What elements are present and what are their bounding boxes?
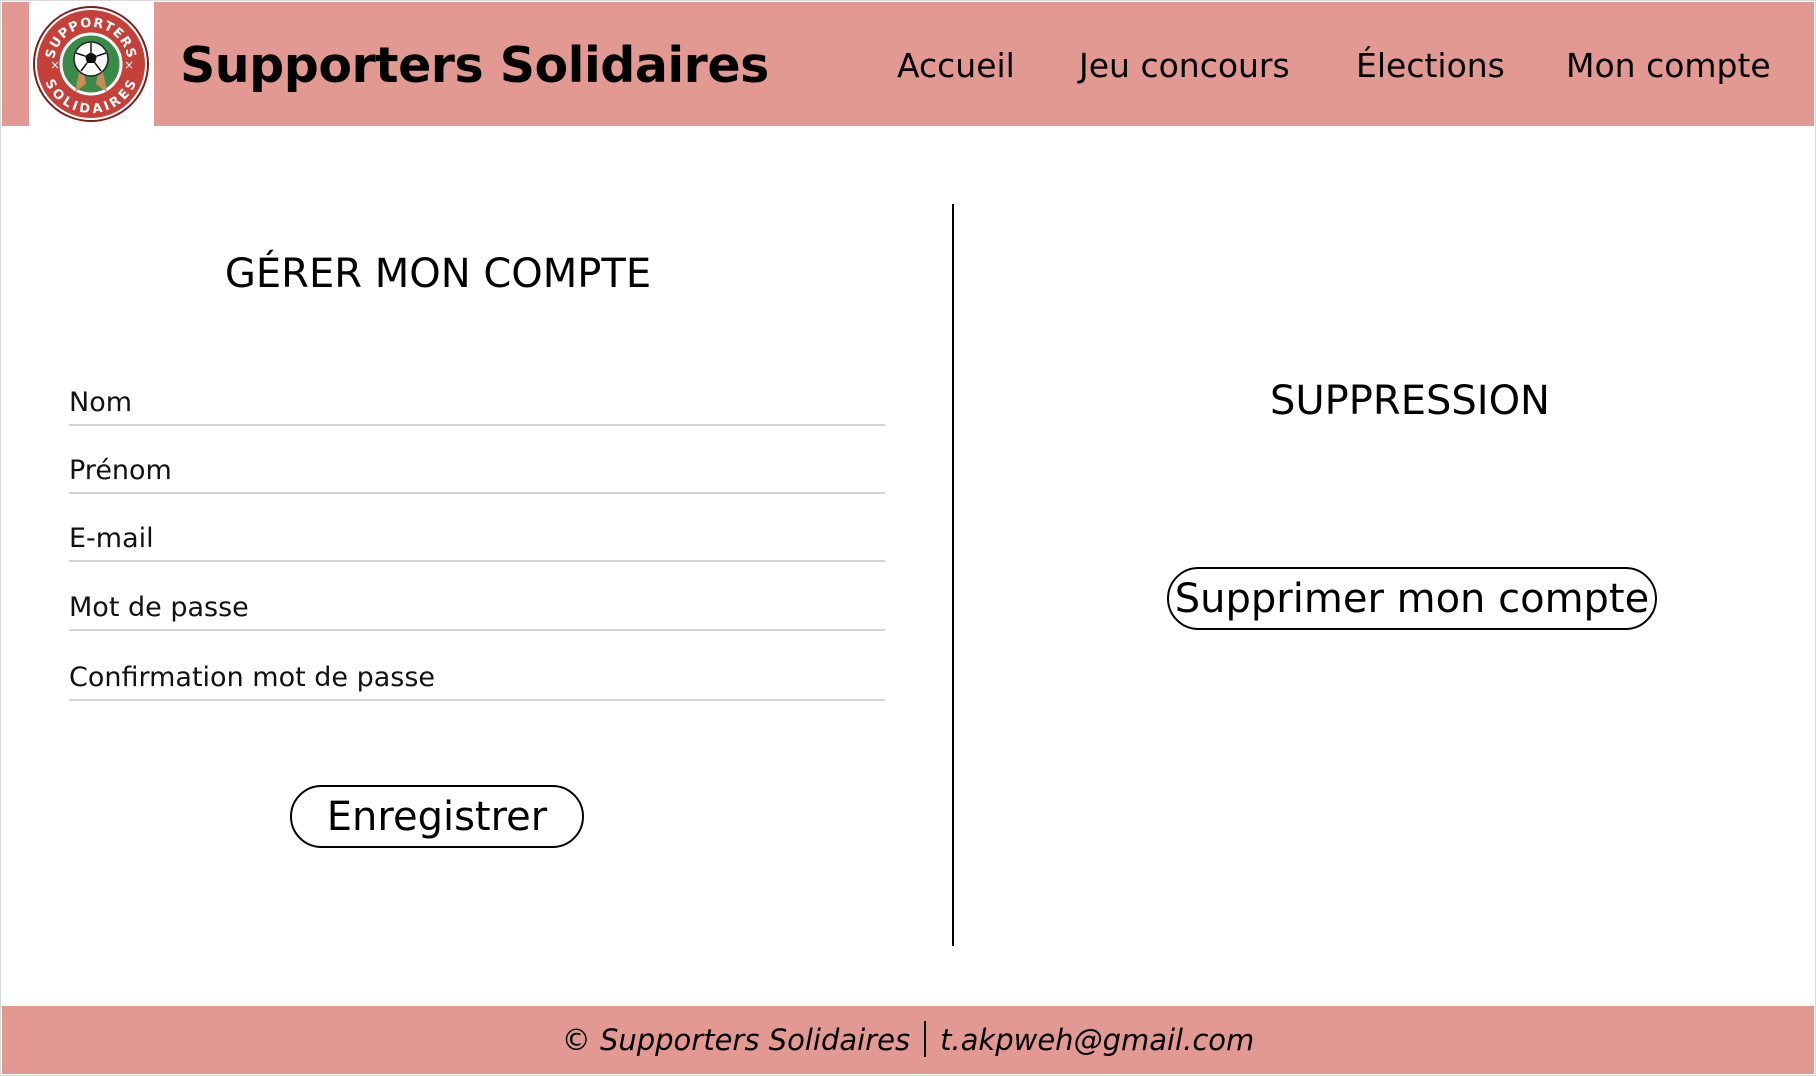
site-title[interactable]: Supporters Solidaires — [180, 36, 769, 96]
nav-elections[interactable]: Élections — [1356, 46, 1505, 86]
soccer-ball-hands-logo-icon: SUPPORTERS SOLIDAIRES × × — [33, 6, 149, 122]
deletion-title: SUPPRESSION — [1270, 378, 1550, 424]
svg-text:×: × — [124, 58, 134, 72]
footer-separator — [924, 1021, 927, 1057]
account-title: GÉRER MON COMPTE — [224, 251, 652, 297]
password-confirm-input[interactable] — [69, 661, 885, 695]
delete-account-button[interactable]: Supprimer mon compte — [1167, 567, 1657, 630]
last-name-input[interactable] — [69, 386, 885, 420]
site-footer: © Supporters Solidaires t.akpweh@gmail.co… — [2, 1006, 1814, 1074]
svg-text:×: × — [50, 58, 60, 72]
nav-contest[interactable]: Jeu concours — [1079, 46, 1290, 86]
footer-email[interactable]: t.akpweh@gmail.com — [940, 1023, 1254, 1057]
save-button[interactable]: Enregistrer — [290, 785, 584, 848]
nav-my-account[interactable]: Mon compte — [1566, 46, 1771, 86]
password-input[interactable] — [69, 591, 885, 625]
email-input[interactable] — [69, 522, 885, 556]
logo[interactable]: SUPPORTERS SOLIDAIRES × × — [29, 2, 154, 126]
first-name-field — [69, 436, 885, 494]
vertical-divider — [952, 204, 954, 946]
last-name-field — [69, 368, 885, 426]
footer-copyright: © Supporters Solidaires — [561, 1023, 911, 1057]
site-header: SUPPORTERS SOLIDAIRES × × Supporters Sol… — [2, 2, 1814, 126]
password-field — [69, 573, 885, 631]
email-field — [69, 504, 885, 562]
password-confirm-field — [69, 643, 885, 701]
first-name-input[interactable] — [69, 454, 885, 488]
nav-home[interactable]: Accueil — [897, 46, 1015, 86]
footer-text: © Supporters Solidaires t.akpweh@gmail.co… — [2, 1020, 1814, 1060]
